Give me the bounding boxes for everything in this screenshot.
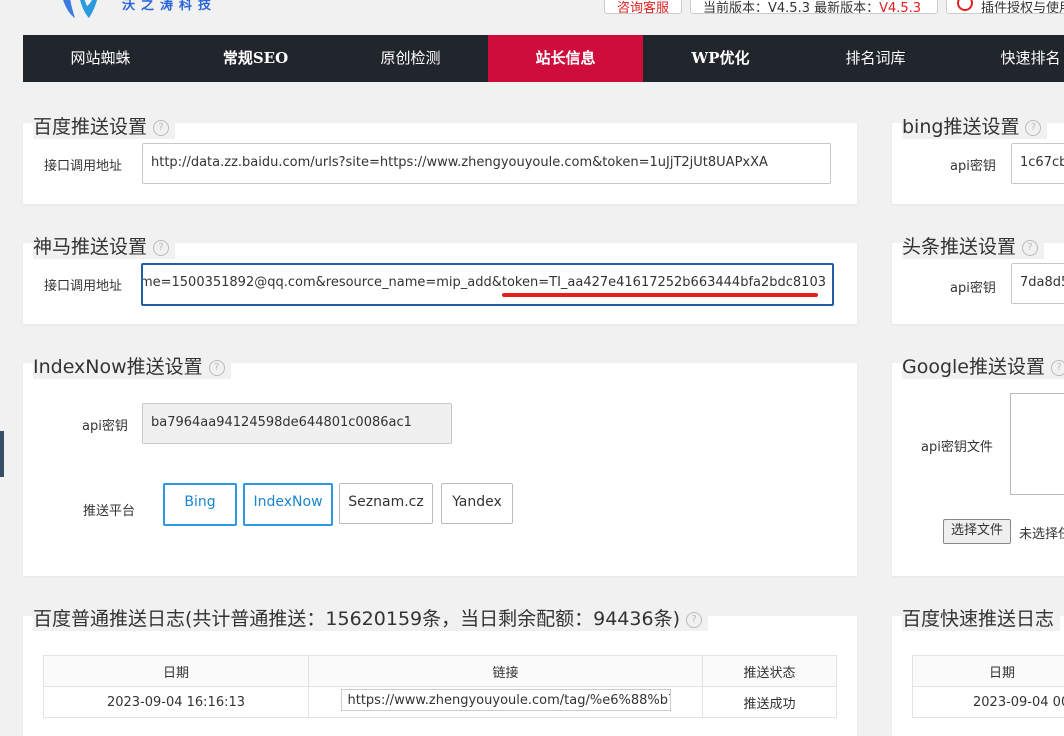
platform-bing-button[interactable]: Bing xyxy=(163,483,237,526)
baidu-api-url-input[interactable]: http://data.zz.baidu.com/urls?site=https… xyxy=(142,143,831,184)
nav-item-webmaster[interactable]: 站长信息 xyxy=(488,35,643,82)
toutiao-push-title: 头条推送设置? xyxy=(902,232,1044,259)
contact-support-button[interactable]: 咨询客服 xyxy=(604,0,682,14)
license-button[interactable]: 插件授权与使用 xyxy=(946,0,1064,14)
baidu-log-table: 日期 链接 推送状态 2023-09-04 16:16:13 https://w… xyxy=(43,655,837,718)
license-label: 插件授权与使用 xyxy=(981,0,1064,14)
table-header-row: 日期 链接 推送状态 xyxy=(44,656,837,687)
bing-push-title-text: bing推送设置 xyxy=(902,116,1019,138)
toutiao-api-key-input[interactable]: 7da8d5 xyxy=(1011,263,1064,304)
bing-push-title: bing推送设置? xyxy=(902,112,1047,139)
column-header: 日期 xyxy=(913,656,1064,687)
contact-support-label: 咨询客服 xyxy=(617,0,669,14)
help-icon[interactable]: ? xyxy=(209,360,225,376)
log-status: 推送成功 xyxy=(703,687,837,718)
google-push-title: Google推送设置? xyxy=(902,352,1064,379)
log-link-input[interactable]: https://www.zhengyouyoule.com/tag/%e6%88… xyxy=(341,689,671,711)
platform-indexnow-button[interactable]: IndexNow xyxy=(243,483,333,526)
nav-item-wp-optimize[interactable]: WP优化 xyxy=(643,35,798,82)
version-info: 当前版本：V4.5.3 最新版本：V4.5.3 xyxy=(690,0,938,14)
shenma-api-url-input[interactable]: ıame=1500351892@qq.com&resource_name=mip… xyxy=(141,263,834,306)
version-prefix: 当前版本：V4.5.3 最新版本： xyxy=(703,1,879,14)
google-push-title-text: Google推送设置 xyxy=(902,356,1045,378)
platform-seznam-button[interactable]: Seznam.cz xyxy=(339,483,433,524)
baidu-push-title-text: 百度推送设置 xyxy=(33,116,147,138)
bing-api-label: api密钥 xyxy=(950,155,996,174)
indexnow-api-key-input[interactable]: ba7964aa94124598de644801c0086ac1 xyxy=(142,403,452,444)
indexnow-push-card xyxy=(23,363,857,576)
indexnow-push-title-text: IndexNow推送设置 xyxy=(33,356,203,378)
google-file-label: api密钥文件 xyxy=(921,436,993,455)
side-panel-handle[interactable] xyxy=(0,431,4,477)
latest-version: V4.5.3 xyxy=(879,1,921,14)
log-date: 2023-09-04 00:1 xyxy=(913,687,1064,718)
baidu-log-title: 百度普通推送日志(共计普通推送：15620159条，当日剩余配额：94436条)… xyxy=(33,604,708,631)
toutiao-api-label: api密钥 xyxy=(950,277,996,296)
help-icon[interactable]: ? xyxy=(1022,240,1038,256)
platform-yandex-button[interactable]: Yandex xyxy=(441,483,513,524)
baidu-fast-log-table: 日期 2023-09-04 00:1 xyxy=(912,655,1064,718)
help-icon[interactable]: ? xyxy=(1051,360,1064,376)
google-key-textarea[interactable] xyxy=(1010,393,1064,495)
nav-item-fast-rank[interactable]: 快速排名 xyxy=(953,35,1064,82)
brand-name: 沃之涛科技 xyxy=(122,0,217,13)
column-header: 链接 xyxy=(309,656,703,687)
baidu-api-label: 接口调用地址 xyxy=(44,155,122,174)
table-header-row: 日期 xyxy=(913,656,1064,687)
indexnow-push-title: IndexNow推送设置? xyxy=(33,352,231,379)
choose-file-button[interactable]: 选择文件 xyxy=(943,519,1011,544)
shenma-push-title-text: 神马推送设置 xyxy=(33,236,147,258)
log-date: 2023-09-04 16:16:13 xyxy=(44,687,309,718)
toutiao-push-title-text: 头条推送设置 xyxy=(902,236,1016,258)
shenma-push-title: 神马推送设置? xyxy=(33,232,175,259)
baidu-push-title: 百度推送设置? xyxy=(33,112,175,139)
no-file-text: 未选择任何文件 xyxy=(1019,523,1064,542)
table-row: 2023-09-04 16:16:13 https://www.zhengyou… xyxy=(44,687,837,718)
nav-item-originality[interactable]: 原创检测 xyxy=(333,35,488,82)
column-header: 推送状态 xyxy=(703,656,837,687)
push-platform-label: 推送平台 xyxy=(83,500,135,519)
log-link-cell: https://www.zhengyouyoule.com/tag/%e6%88… xyxy=(309,687,703,718)
help-icon[interactable]: ? xyxy=(153,240,169,256)
version-text: 当前版本：V4.5.3 最新版本：V4.5.3 xyxy=(703,0,921,14)
baidu-fast-log-title-text: 百度快速推送日志 xyxy=(902,608,1054,630)
nav-item-seo[interactable]: 常规SEO xyxy=(178,35,333,82)
alert-circle-icon xyxy=(957,0,973,11)
baidu-log-title-text: 百度普通推送日志(共计普通推送：15620159条，当日剩余配额：94436条) xyxy=(33,608,680,630)
table-row: 2023-09-04 00:1 xyxy=(913,687,1064,718)
nav-item-spider[interactable]: 网站蜘蛛 xyxy=(23,35,178,82)
highlight-underline xyxy=(502,293,818,297)
help-icon[interactable]: ? xyxy=(1025,120,1041,136)
indexnow-api-label: api密钥 xyxy=(82,415,128,434)
brand-logo-icon xyxy=(55,0,101,20)
nav-item-keywords[interactable]: 排名词库 xyxy=(798,35,953,82)
column-header: 日期 xyxy=(44,656,309,687)
shenma-api-label: 接口调用地址 xyxy=(44,275,122,294)
baidu-fast-log-title: 百度快速推送日志 xyxy=(902,604,1060,631)
bing-api-key-input[interactable]: 1c67cb xyxy=(1011,143,1064,184)
help-icon[interactable]: ? xyxy=(153,120,169,136)
help-icon[interactable]: ? xyxy=(686,612,702,628)
main-nav: 网站蜘蛛 常规SEO 原创检测 站长信息 WP优化 排名词库 快速排名 xyxy=(23,35,1064,82)
